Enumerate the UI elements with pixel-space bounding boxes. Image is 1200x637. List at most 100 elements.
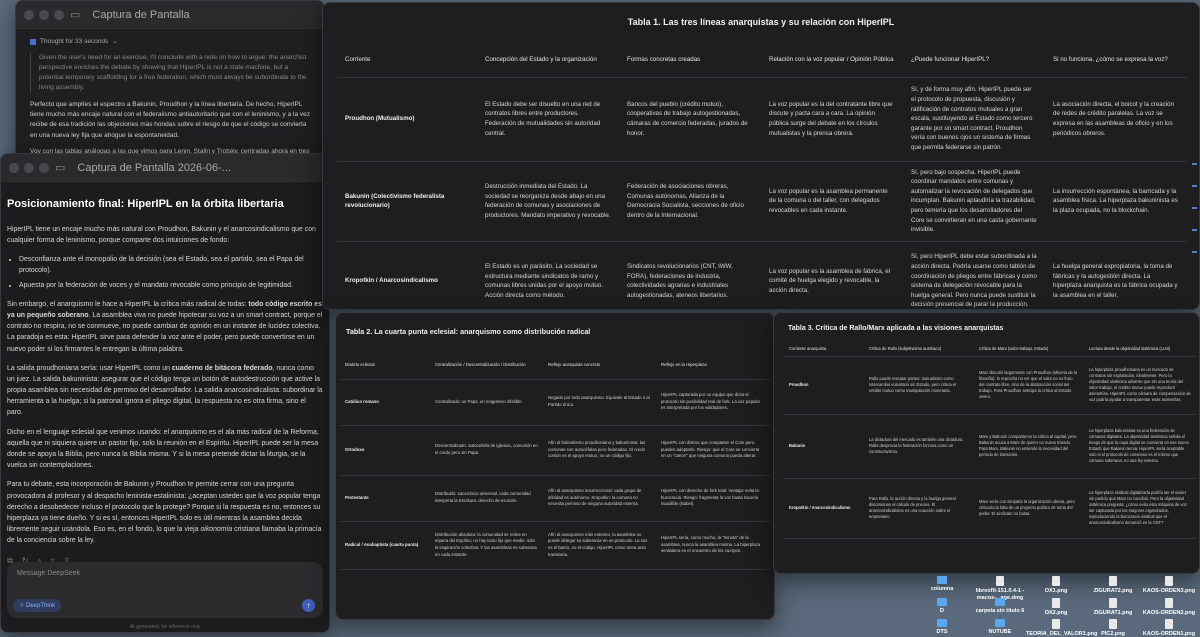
bullet-list: Desconfianza ante el monopolio de la dec… [19, 254, 323, 291]
window-title: Captura de Pantalla [92, 8, 190, 21]
thought-text: Given the user's need for an exercise, I… [30, 53, 310, 94]
deepseek-window-top: ▭ Captura de Pantalla Thought for 33 sec… [15, 0, 325, 160]
column-header: Formas concretas creadas [619, 43, 761, 78]
table-cell: El Estado es un parásito. La sociedad se… [477, 241, 619, 309]
column-header: Si no funciona, ¿cómo se expresa la voz? [1045, 43, 1187, 78]
table-cell: Destrucción inmediata del Estado. La soc… [477, 161, 619, 242]
desktop-icon[interactable]: OX1.png [1026, 576, 1086, 595]
close-dot[interactable] [24, 9, 34, 20]
desktop-icon[interactable]: D [912, 598, 972, 615]
table-cell: Católico romano [340, 379, 430, 426]
minimize-dot[interactable] [24, 162, 34, 173]
column-header: Centralización / Descentralización / Dis… [430, 351, 543, 380]
folder-icon [937, 576, 947, 584]
chevron-down-icon: ⌄ [112, 38, 118, 45]
table-cell: HiperIPL con derecho de fork total. Vent… [656, 475, 770, 522]
table-cell: Negado por todo anarquismo. Equivale al … [543, 379, 656, 426]
table-cell: La voz popular es la asamblea permanente… [761, 161, 903, 242]
table-cell: Marx discutió largamente con Proudhon (M… [974, 356, 1084, 415]
thought-toggle[interactable]: Thought for 33 seconds ⌄ [30, 37, 310, 47]
maximize-dot[interactable] [54, 9, 64, 20]
image-file-icon [1165, 619, 1173, 629]
column-header: Reflejo anarquista concreto [543, 351, 656, 380]
column-header: Lectura desde la objetividad sistémica (… [1084, 342, 1196, 357]
table-cell: Protestante [340, 475, 430, 522]
list-item: Desconfianza ante el monopolio de la dec… [19, 254, 323, 276]
desktop-icon[interactable]: KAOS-ORDEN1.png [1139, 619, 1199, 637]
table-cell: Kropotkin / Anarcosindicalismo [337, 241, 477, 309]
paragraph: Para tu debate, esta incorporación de Ba… [7, 481, 322, 545]
desktop-icon[interactable]: DTS [912, 619, 972, 636]
table-title: Tabla 1. Las tres líneas anarquistas y s… [627, 17, 895, 27]
table3-window: Tabla 3. Crítica de Rallo/Marx aplicada … [773, 312, 1200, 574]
titlebar[interactable]: ▭ Captura de Pantalla [16, 1, 324, 29]
table-row: Kropotkin / Anarcosindicalismo El Estado… [337, 241, 1187, 309]
desktop-icon[interactable]: OX2.png [1026, 598, 1086, 617]
table-cell: Afín al anarquismo insurreccional: cada … [543, 475, 656, 522]
desktop-icon[interactable]: ZIGURAT1.png [1083, 598, 1143, 617]
table-cell: La hiperplaza bakuninista es una federac… [1084, 414, 1196, 479]
column-header: Relación con la voz popular / Opinión Pú… [761, 43, 903, 78]
send-button[interactable]: ↑ [302, 599, 315, 612]
table-cell: HiperIPL capturada por un equipo que dic… [656, 379, 770, 426]
image-file-icon [1109, 576, 1117, 586]
image-file-icon [1052, 576, 1060, 586]
maximize-dot[interactable] [39, 162, 49, 173]
table-row: Bakunin La dictadura del mercado es tamb… [784, 414, 1196, 479]
desktop-icon[interactable]: carpeta sin título 6 [970, 598, 1030, 615]
column-header: Reflejo en la Hiperplaza [656, 351, 770, 380]
table-cell: La dictadura del mercado es también una … [864, 414, 974, 479]
paragraph: Perfecto que amplíes el espectro a Bakun… [30, 101, 311, 139]
table-cell: Proudhon (Mutualismo) [337, 77, 477, 162]
table-cell: Distribución absoluta: la comunidad se r… [430, 521, 543, 570]
table-title: Tabla 2. La cuarta punta eclesial: anarq… [346, 327, 591, 336]
close-dot[interactable] [9, 162, 19, 173]
table-header-row: Corriente anarquista Crítica de Rallo (s… [784, 342, 1196, 357]
paragraph: Dicho en el lenguaje eclesial que venimo… [7, 428, 319, 470]
table-cell: El Estado debe ser disuelto en una red d… [477, 77, 619, 162]
folder-icon [995, 619, 1005, 627]
table-row: Proudhon Rallo puede rescatar partes: mu… [784, 356, 1196, 415]
table-row: Proudhon (Mutualismo) El Estado debe ser… [337, 77, 1187, 162]
desktop-icon[interactable]: KAOS-ORDEN2.png [1139, 598, 1199, 617]
desktop-icon[interactable]: TEORIA_DEL_VALOR1.png [1026, 619, 1097, 637]
table-cell: Sindicatos revolucionarios (CNT, IWW, FO… [619, 241, 761, 309]
sidebar-icon[interactable]: ▭ [55, 161, 65, 174]
table-cell: Bakunin [784, 414, 864, 479]
deepthink-toggle[interactable]: ⚛ DeepThink [13, 599, 62, 612]
table-cell: La hiperplaza proudhoniana es un mercado… [1084, 356, 1196, 415]
desktop-icon[interactable]: KAOS-ORDEN3.png [1139, 576, 1199, 595]
message-input[interactable]: Message DeepSeek ⚛ DeepThink ↑ [7, 562, 323, 618]
arrow-up-icon: ↑ [306, 601, 311, 610]
minimize-dot[interactable] [39, 9, 49, 20]
image-file-icon [1165, 576, 1173, 586]
table-cell: Rallo puede rescatar partes: mutualismo … [864, 356, 974, 415]
window-title: Captura de Pantalla 2026-06-... [77, 161, 231, 174]
table-cell: Afín al federalismo proudhoniano y bakun… [543, 425, 656, 476]
titlebar[interactable]: ▭ Captura de Pantalla 2026-06-... [1, 154, 329, 182]
message-placeholder: Message DeepSeek [17, 570, 81, 577]
scroll-markers[interactable] [1192, 163, 1197, 293]
column-header: Corriente [337, 43, 477, 78]
table-cell: Ortodoxo [340, 425, 430, 476]
table-1: Corriente Concepción del Estado y la org… [337, 43, 1187, 309]
desktop-icon[interactable]: NUTUBE [970, 619, 1030, 636]
table-header-row: Corriente Concepción del Estado y la org… [337, 43, 1187, 78]
table-cell: Bancos del pueblo (crédito mutuo), coope… [619, 77, 761, 162]
table-cell: Radical / Anabaptista (cuarta punta) [340, 521, 430, 570]
desktop-icon[interactable]: ZIGURAT2.png [1083, 576, 1143, 595]
table-row: Protestante Distribuido: sacerdocio univ… [340, 475, 770, 522]
table-cell: Para Rallo, la acción directa y la huelg… [864, 478, 974, 539]
sidebar-icon[interactable]: ▭ [70, 8, 80, 21]
table-cell: Federación de asociaciones obreras, Comu… [619, 161, 761, 242]
table-cell: Sí, pero HiperIPL debe estar subordinada… [903, 241, 1045, 309]
column-header: Concepción del Estado y la organización [477, 43, 619, 78]
table-row: Católico romano Centralizado: un Papa, u… [340, 379, 770, 426]
desktop-icon[interactable]: PIC2.png [1083, 619, 1143, 637]
image-file-icon [1052, 619, 1060, 629]
folder-icon [995, 598, 1005, 606]
table-2: Modelo eclesial Centralización / Descent… [340, 351, 770, 570]
desktop-icon[interactable]: columna [912, 576, 972, 593]
image-file-icon [1109, 598, 1117, 608]
deepseek-window-main: ▭ Captura de Pantalla 2026-06-... Posici… [0, 153, 330, 633]
